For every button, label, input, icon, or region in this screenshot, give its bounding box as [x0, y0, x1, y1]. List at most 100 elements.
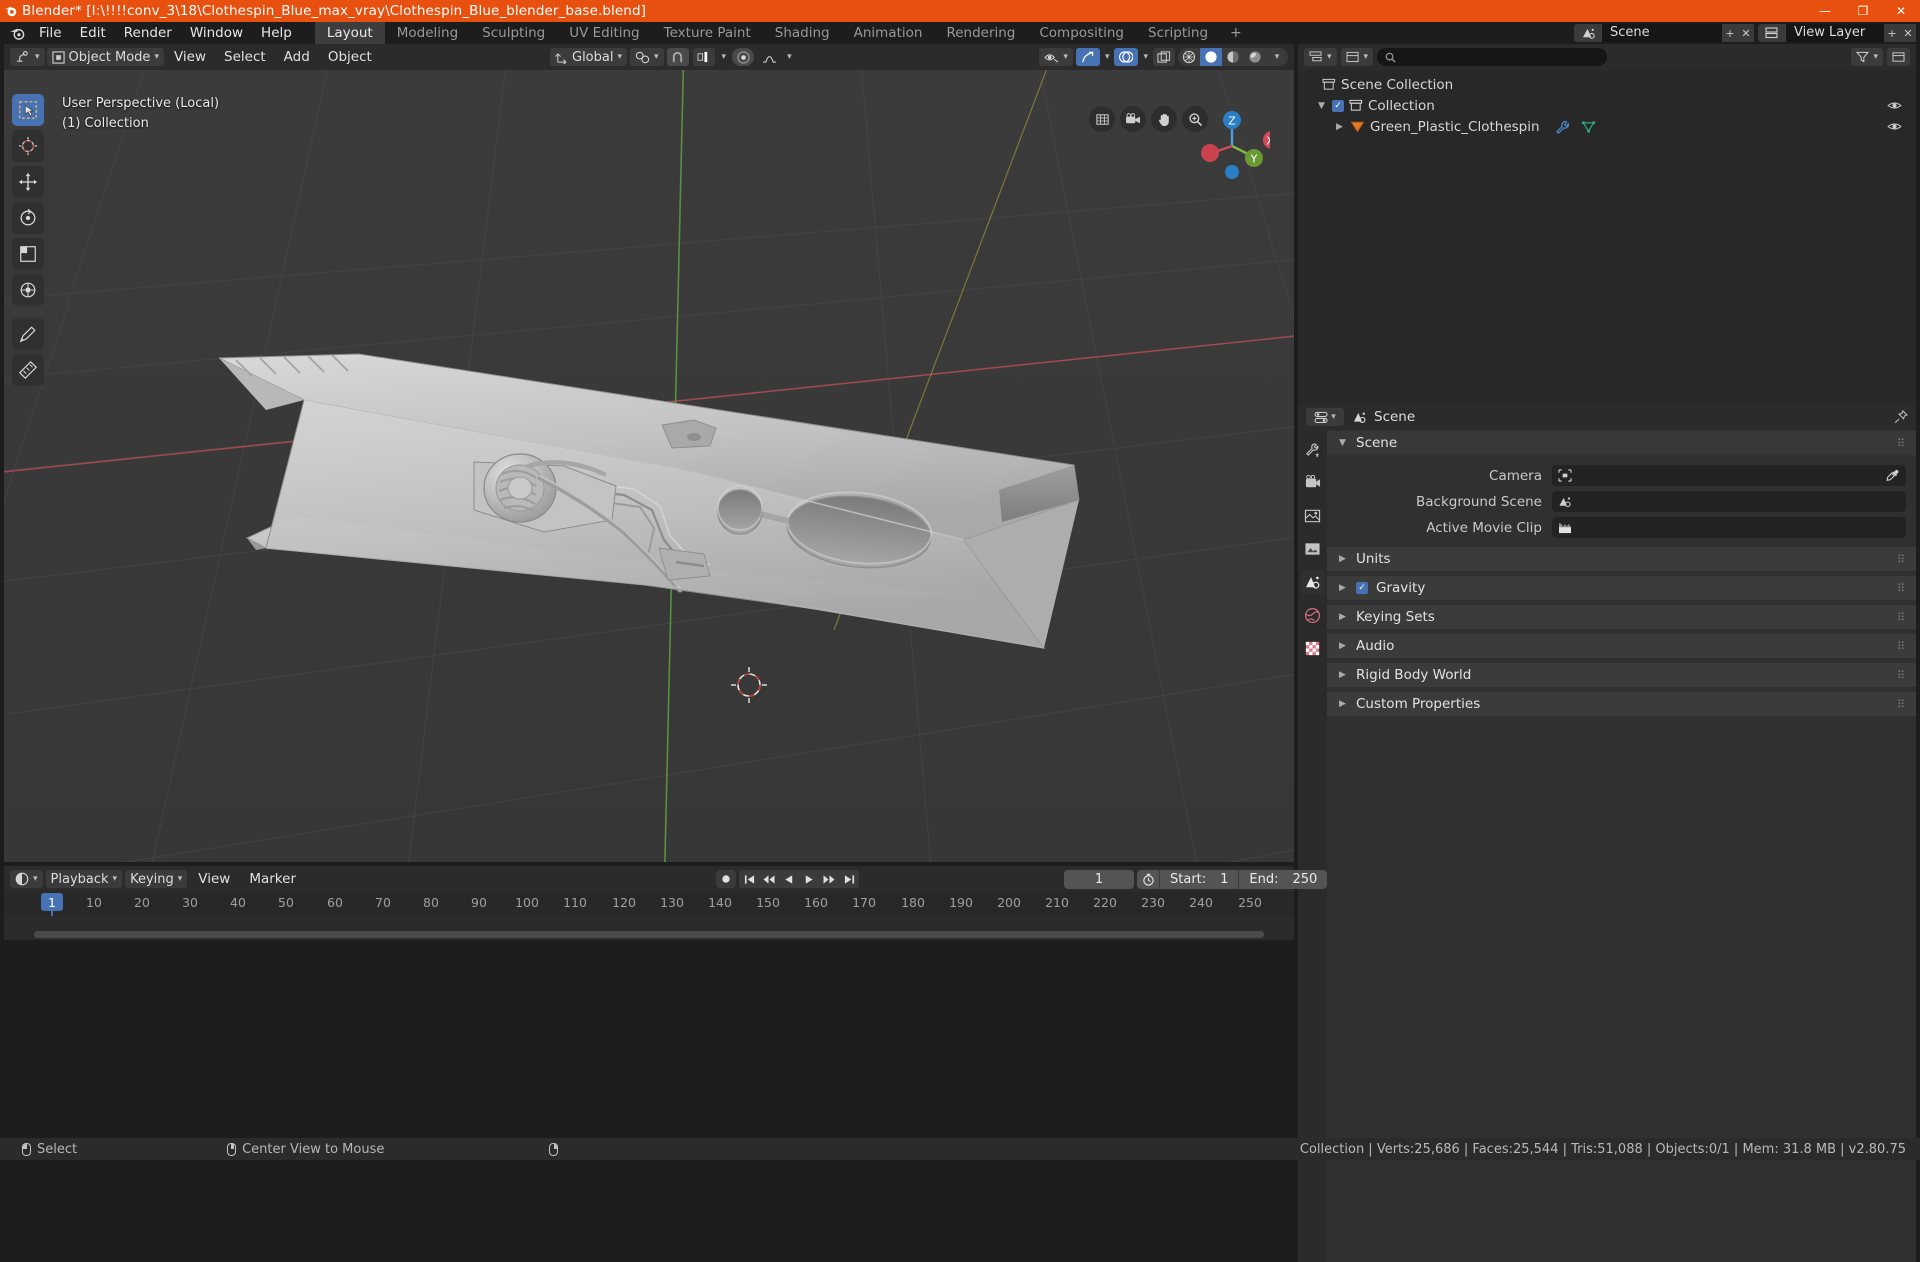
tool-annotate[interactable]: [12, 318, 44, 350]
snap-mode-icon[interactable]: [692, 48, 715, 66]
collapse-arrow-icon[interactable]: ▼: [1316, 101, 1327, 111]
outliner-display-mode-selector[interactable]: ▾: [1340, 48, 1374, 66]
jump-to-previous-keyframe-icon[interactable]: [759, 870, 779, 888]
minimize-button[interactable]: —: [1806, 0, 1844, 22]
camera-field-value[interactable]: [1552, 465, 1906, 486]
proportional-edit-icon[interactable]: [732, 48, 755, 66]
visibility-eye-icon[interactable]: [1887, 121, 1902, 132]
tab-texture-icon[interactable]: [1301, 636, 1325, 660]
new-scene-button[interactable]: +: [1722, 24, 1738, 42]
workspace-tab-uv-editing[interactable]: UV Editing: [557, 22, 651, 44]
viewport-menu-select[interactable]: Select: [216, 48, 274, 66]
delete-scene-button[interactable]: ✕: [1738, 24, 1754, 42]
properties-editor[interactable]: ▾ Scene ▼ Scene ⠿ Camera Background Scen…: [1298, 404, 1916, 1262]
pin-icon[interactable]: [1894, 410, 1908, 424]
expand-arrow-icon[interactable]: ▶: [1334, 122, 1345, 132]
snap-magnet-icon[interactable]: [666, 48, 689, 66]
toggle-camera-perspective-icon[interactable]: [1089, 106, 1115, 132]
outliner-row-scene-collection[interactable]: Scene Collection: [1298, 74, 1916, 95]
outliner-new-collection-button[interactable]: [1887, 48, 1910, 66]
timeline-horizontal-scrollbar[interactable]: [34, 931, 1264, 938]
outliner-filter-button[interactable]: ▾: [1851, 48, 1883, 66]
current-frame-input[interactable]: 1: [1064, 870, 1134, 889]
panel-rigid-body-world[interactable]: ▶ Rigid Body World ⠿: [1327, 663, 1916, 687]
outliner-search-input[interactable]: [1377, 48, 1608, 66]
play-icon[interactable]: [799, 870, 819, 888]
tool-cursor[interactable]: [12, 130, 44, 162]
menu-render[interactable]: Render: [115, 23, 181, 43]
close-button[interactable]: ✕: [1882, 0, 1920, 22]
blender-logo-icon[interactable]: [4, 23, 30, 43]
wireframe-shading-icon[interactable]: [1178, 48, 1200, 66]
mesh-data-icon[interactable]: [1581, 120, 1596, 134]
panel-scene[interactable]: ▼ Scene ⠿: [1327, 431, 1916, 455]
scene-name[interactable]: Scene: [1602, 24, 1722, 42]
editor-type-selector[interactable]: ▾: [10, 48, 45, 66]
workspace-tab-rendering[interactable]: Rendering: [934, 22, 1027, 44]
maximize-button[interactable]: ❐: [1844, 0, 1882, 22]
viewport-menu-view[interactable]: View: [166, 48, 214, 66]
tab-view-layer-icon[interactable]: [1301, 537, 1325, 561]
transform-orientation-selector[interactable]: Global ▾: [550, 48, 628, 66]
current-frame-indicator[interactable]: 1: [41, 893, 63, 911]
xray-toggle[interactable]: [1153, 48, 1175, 66]
timeline-ruler[interactable]: 1 10 20 30 40 50 60 70 80 90 100 110 120…: [4, 892, 1294, 937]
background-scene-field-value[interactable]: [1552, 491, 1906, 512]
collection-checkbox[interactable]: ✓: [1332, 99, 1344, 112]
tool-rotate[interactable]: [12, 202, 44, 234]
outliner-row-object[interactable]: ▶ Green_Plastic_Clothespin: [1298, 116, 1916, 137]
add-workspace-button[interactable]: +: [1220, 22, 1252, 44]
3d-viewport[interactable]: ▾ Object Mode ▾ View Select Add Object G…: [4, 44, 1294, 862]
menu-help[interactable]: Help: [252, 23, 301, 43]
gizmo-toggle[interactable]: [1075, 48, 1100, 66]
timeline-menu-view[interactable]: View: [190, 870, 238, 888]
rendered-shading-icon[interactable]: [1244, 48, 1266, 66]
workspace-tab-compositing[interactable]: Compositing: [1027, 22, 1136, 44]
tool-select-box[interactable]: [12, 94, 44, 126]
tool-move[interactable]: [12, 166, 44, 198]
workspace-tab-modeling[interactable]: Modeling: [385, 22, 470, 44]
snap-target-selector[interactable]: ▾: [630, 48, 664, 66]
add-view-layer-button[interactable]: +: [1884, 24, 1900, 42]
solid-shading-icon[interactable]: [1200, 48, 1222, 66]
workspace-tab-scripting[interactable]: Scripting: [1136, 22, 1220, 44]
workspace-tab-layout[interactable]: Layout: [314, 22, 385, 44]
falloff-curve-icon[interactable]: [758, 48, 780, 66]
interaction-mode-selector[interactable]: Object Mode ▾: [46, 48, 164, 66]
start-frame-field[interactable]: Start: 1: [1159, 870, 1238, 889]
tab-tool-icon[interactable]: [1301, 438, 1325, 462]
workspace-tab-animation[interactable]: Animation: [842, 22, 935, 44]
tool-measure[interactable]: [12, 354, 44, 386]
tool-transform[interactable]: [12, 274, 44, 306]
outliner-row-collection[interactable]: ▼ ✓ Collection: [1298, 95, 1916, 116]
overlays-toggle[interactable]: [1114, 48, 1139, 66]
auto-keyframe-record-icon[interactable]: [716, 870, 736, 888]
timeline-track-area[interactable]: [4, 916, 1294, 940]
tool-scale[interactable]: [12, 238, 44, 270]
timeline-menu-keying[interactable]: Keying ▾: [125, 870, 188, 888]
panel-custom-properties[interactable]: ▶ Custom Properties ⠿: [1327, 692, 1916, 716]
tab-scene-icon[interactable]: [1300, 570, 1325, 594]
remove-view-layer-button[interactable]: ✕: [1900, 24, 1916, 42]
outliner-editor[interactable]: ▾ ▾ ▾ Scene Collection ▼ ✓ Collection ▶ …: [1298, 44, 1916, 404]
outliner-tree[interactable]: Scene Collection ▼ ✓ Collection ▶ Green_…: [1298, 70, 1916, 404]
panel-gravity[interactable]: ▶ ✓ Gravity ⠿: [1327, 576, 1916, 600]
jump-to-next-keyframe-icon[interactable]: [819, 870, 839, 888]
viewport-canvas[interactable]: User Perspective (Local) (1) Collection: [4, 70, 1294, 862]
gravity-checkbox[interactable]: ✓: [1356, 582, 1368, 594]
viewport-menu-add[interactable]: Add: [276, 48, 318, 66]
outliner-editor-type-selector[interactable]: ▾: [1304, 48, 1337, 66]
panel-audio[interactable]: ▶ Audio ⠿: [1327, 634, 1916, 658]
workspace-tab-shading[interactable]: Shading: [763, 22, 842, 44]
timeline-editor-type-selector[interactable]: ▾: [10, 870, 43, 888]
eyedropper-icon[interactable]: [1886, 469, 1900, 483]
scene-selector[interactable]: Scene + ✕: [1574, 24, 1754, 42]
camera-view-icon[interactable]: [1120, 106, 1146, 132]
zoom-view-icon[interactable]: [1182, 106, 1208, 132]
menu-edit[interactable]: Edit: [71, 23, 115, 43]
modifier-wrench-icon[interactable]: [1555, 120, 1570, 134]
visibility-eye-icon[interactable]: [1887, 100, 1902, 111]
timeline-menu-playback[interactable]: Playback ▾: [45, 870, 123, 888]
view-layer-name[interactable]: View Layer: [1786, 24, 1884, 42]
shading-options-chevron-icon[interactable]: ▾: [1266, 48, 1288, 66]
